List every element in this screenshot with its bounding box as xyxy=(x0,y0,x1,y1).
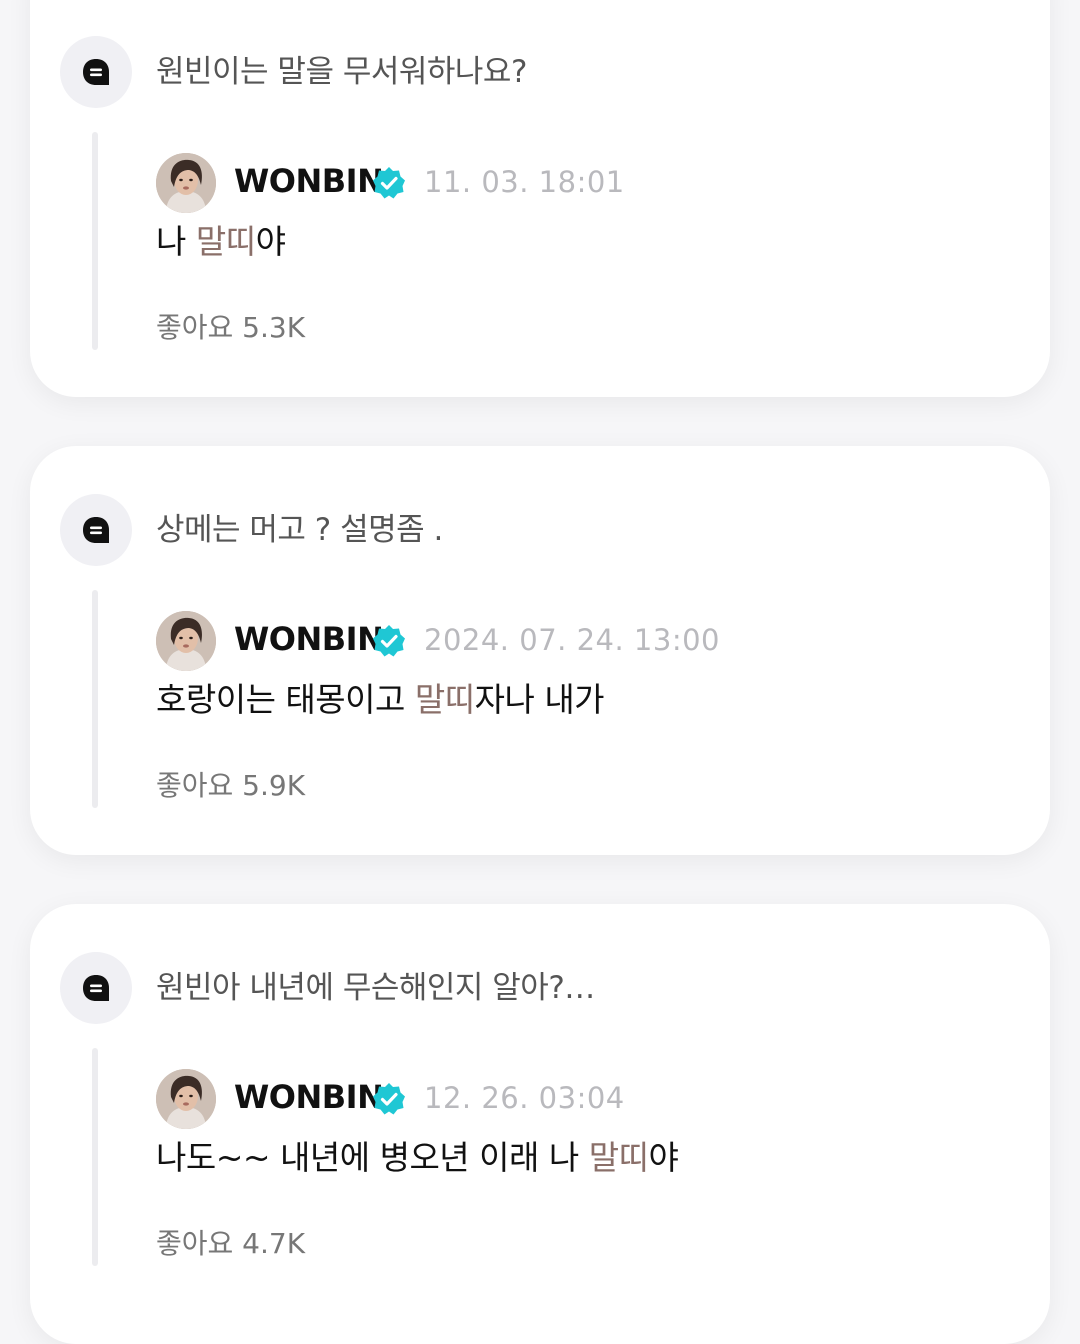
reply-text-after: 야 xyxy=(255,222,286,261)
reply-text: 나 말띠야 xyxy=(156,215,286,263)
question-avatar xyxy=(60,494,132,566)
chat-bubble-icon xyxy=(83,517,109,543)
post-card: 상메는 머고 ? 설명좀 . WONBIN 2024. 07. 24. 13:0… xyxy=(30,446,1050,855)
verified-check-icon xyxy=(373,167,405,199)
reply-text: 호랑이는 태몽이고 말띠자나 내가 xyxy=(156,673,605,721)
reply-text-before: 나 xyxy=(156,222,196,261)
artist-name[interactable]: WONBIN xyxy=(234,162,384,200)
reply-text: 나도~~ 내년에 병오년 이래 나 말띠야 xyxy=(156,1131,679,1179)
reply-text-before: 나도~~ 내년에 병오년 이래 나 xyxy=(156,1138,589,1177)
thread-line xyxy=(92,132,98,350)
reply-date: 12. 26. 03:04 xyxy=(424,1081,625,1115)
question-text: 원빈이는 말을 무서워하나요? xyxy=(156,54,527,90)
reply-date: 2024. 07. 24. 13:00 xyxy=(424,623,720,657)
like-count[interactable]: 좋아요 5.3K xyxy=(156,306,305,346)
question-avatar xyxy=(60,952,132,1024)
chat-bubble-icon xyxy=(83,59,109,85)
like-count[interactable]: 좋아요 5.9K xyxy=(156,764,305,804)
verified-check-icon xyxy=(373,625,405,657)
artist-avatar[interactable] xyxy=(156,1069,216,1129)
artist-name[interactable]: WONBIN xyxy=(234,1078,384,1116)
post-card: 원빈아 내년에 무슨해인지 알아?… WONBIN 12. 26. 03:04 … xyxy=(30,904,1050,1344)
post-card: 원빈이는 말을 무서워하나요? WONBIN 11. 03. 18:01 나 말… xyxy=(30,0,1050,397)
thread-line xyxy=(92,1048,98,1266)
reply-text-highlight: 말띠 xyxy=(195,222,256,261)
artist-name[interactable]: WONBIN xyxy=(234,620,384,658)
reply-date: 11. 03. 18:01 xyxy=(424,165,625,199)
artist-avatar[interactable] xyxy=(156,611,216,671)
question-text: 상메는 머고 ? 설명좀 . xyxy=(156,512,443,548)
like-count[interactable]: 좋아요 4.7K xyxy=(156,1222,305,1262)
verified-check-icon xyxy=(373,1083,405,1115)
reply-text-after: 자나 내가 xyxy=(474,680,605,719)
reply-text-after: 야 xyxy=(648,1138,679,1177)
reply-text-highlight: 말띠 xyxy=(588,1138,649,1177)
chat-bubble-icon xyxy=(83,975,109,1001)
artist-avatar[interactable] xyxy=(156,153,216,213)
question-text: 원빈아 내년에 무슨해인지 알아?… xyxy=(156,970,595,1006)
reply-text-before: 호랑이는 태몽이고 xyxy=(156,680,415,719)
reply-text-highlight: 말띠 xyxy=(414,680,475,719)
thread-line xyxy=(92,590,98,808)
question-avatar xyxy=(60,36,132,108)
